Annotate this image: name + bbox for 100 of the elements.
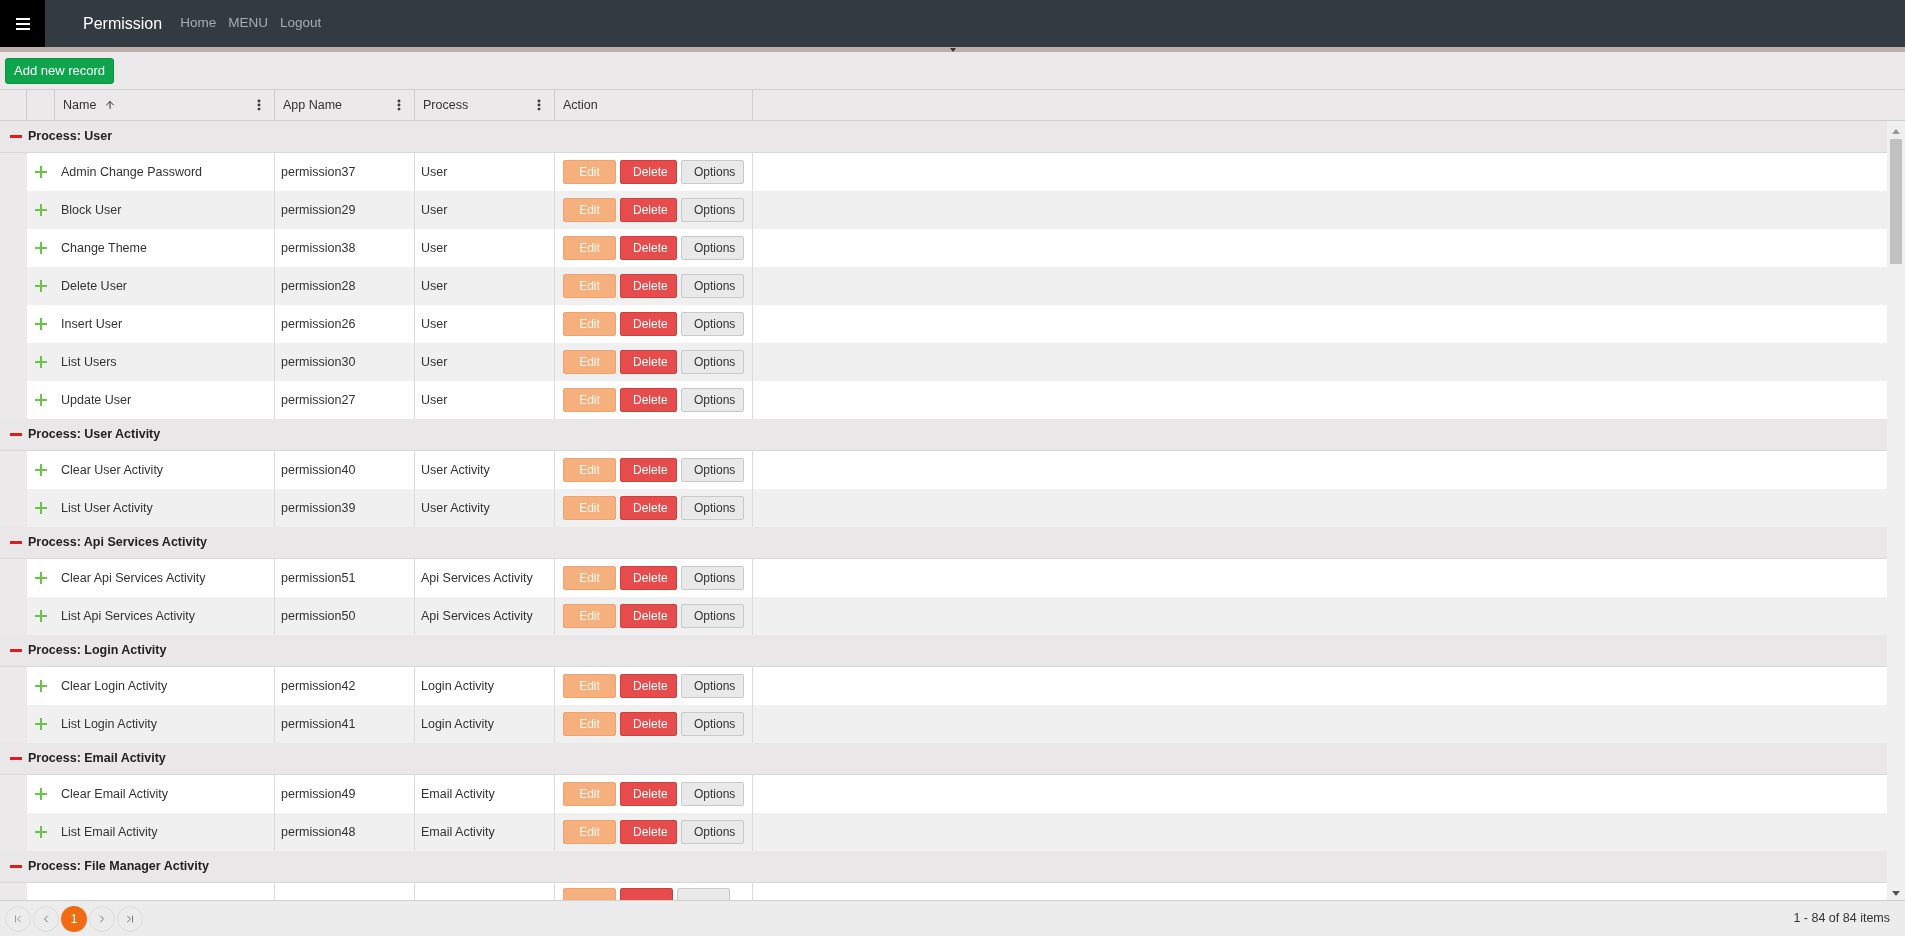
delete-button[interactable]: Delete	[620, 820, 677, 844]
column-header[interactable]: Action	[555, 90, 753, 120]
table-cell-text: List Email Activity	[61, 823, 158, 841]
options-button[interactable]: Options	[681, 458, 744, 482]
table-cell-text: Delete User	[61, 277, 127, 295]
table-cell-text: Clear Login Activity	[61, 677, 168, 695]
options-button[interactable]: Options	[681, 604, 744, 628]
options-button[interactable]: Options	[681, 820, 744, 844]
plus-icon[interactable]	[35, 356, 47, 368]
table-cell-text: Email Activity	[421, 785, 495, 803]
menu-icon	[15, 17, 30, 30]
plus-icon[interactable]	[35, 788, 47, 800]
plus-icon[interactable]	[35, 464, 47, 476]
table-cell-text: User	[421, 201, 448, 219]
table-cell-text: User Activity	[421, 461, 490, 479]
options-button[interactable]: Options	[681, 566, 744, 590]
options-button[interactable]: Options	[681, 782, 744, 806]
plus-icon[interactable]	[35, 502, 47, 514]
delete-button[interactable]: Delete	[620, 388, 677, 412]
options-button[interactable]: Options	[681, 350, 744, 374]
column-header[interactable]: Process	[415, 90, 555, 120]
options-button[interactable]: Options	[681, 236, 744, 260]
options-button[interactable]: Options	[681, 160, 744, 184]
delete-button[interactable]: Delete	[620, 312, 677, 336]
table-cell-text: User Activity	[421, 499, 490, 517]
table-cell-text: Clear User Activity	[61, 461, 164, 479]
table-cell-text: User	[421, 315, 448, 333]
options-button[interactable]: Options	[681, 198, 744, 222]
options-button[interactable]: Options	[681, 388, 744, 412]
delete-button[interactable]: Delete	[620, 496, 677, 520]
plus-icon[interactable]	[35, 572, 47, 584]
table-cell-text: Block User	[61, 201, 122, 219]
last-page-icon[interactable]	[124, 912, 136, 925]
nav-link[interactable]: Logout	[279, 13, 322, 34]
menu-button[interactable]	[0, 0, 45, 47]
delete-button[interactable]: Delete	[620, 782, 677, 806]
delete-button[interactable]: Delete	[620, 236, 677, 260]
table-cell-text: Login Activity	[421, 715, 494, 733]
delete-button[interactable]: Delete	[620, 604, 677, 628]
delete-button[interactable]: Delete	[620, 566, 677, 590]
column-header[interactable]: Name	[55, 90, 275, 120]
plus-icon[interactable]	[35, 242, 47, 254]
table-cell-text: User	[421, 163, 448, 181]
group-header: Process: File Manager Activity	[28, 858, 209, 876]
table-cell-text: Update User	[61, 391, 132, 409]
scroll-down-icon	[1892, 891, 1900, 896]
page-button[interactable]: 1	[61, 905, 87, 932]
delete-button[interactable]: Delete	[620, 274, 677, 298]
pager-summary: 1 - 84 of 84 items	[1793, 910, 1890, 928]
column-header[interactable]: App Name	[275, 90, 415, 120]
sort-ascending-icon[interactable]	[104, 99, 117, 111]
group-header: Process: User Activity	[28, 426, 161, 444]
options-button[interactable]: Options	[681, 496, 744, 520]
table-cell-text: permission39	[281, 499, 356, 517]
scrollbar-thumb[interactable]	[1890, 139, 1902, 264]
page-title: Permission	[83, 13, 163, 34]
table-cell-text: permission48	[281, 823, 356, 841]
table-cell-text: User	[421, 353, 448, 371]
delete-button[interactable]: Delete	[620, 674, 677, 698]
table-cell-text: Login Activity	[421, 677, 494, 695]
plus-icon[interactable]	[35, 826, 47, 838]
plus-icon[interactable]	[35, 394, 47, 406]
options-button[interactable]: Options	[681, 674, 744, 698]
plus-icon[interactable]	[35, 610, 47, 622]
plus-icon[interactable]	[35, 680, 47, 692]
plus-icon[interactable]	[35, 280, 47, 292]
table-cell-text: List Users	[61, 353, 117, 371]
options-button[interactable]: Options	[681, 712, 744, 736]
scroll-up-icon	[1892, 129, 1900, 134]
table-cell-text: User	[421, 391, 448, 409]
plus-icon[interactable]	[35, 166, 47, 178]
table-cell-text: permission38	[281, 239, 356, 257]
delete-button[interactable]: Delete	[620, 160, 677, 184]
table-cell-text: permission28	[281, 277, 356, 295]
plus-icon[interactable]	[35, 318, 47, 330]
group-header: Process: User	[28, 128, 113, 146]
table-cell-text: permission42	[281, 677, 356, 695]
delete-button[interactable]: Delete	[620, 712, 677, 736]
add-record-button[interactable]: Add new record	[5, 57, 115, 84]
options-button[interactable]: Options	[681, 274, 744, 298]
group-header: Process: Api Services Activity	[28, 534, 208, 552]
group-header: Process: Login Activity	[28, 642, 167, 660]
plus-icon[interactable]	[35, 204, 47, 216]
table-cell-text: Change Theme	[61, 239, 147, 257]
table-cell-text: Clear Email Activity	[61, 785, 168, 803]
table-cell-text: permission29	[281, 201, 356, 219]
options-button[interactable]: Options	[681, 312, 744, 336]
delete-button[interactable]: Delete	[620, 350, 677, 374]
plus-icon[interactable]	[35, 718, 47, 730]
table-cell-text: User	[421, 277, 448, 295]
delete-button[interactable]: Delete	[620, 458, 677, 482]
delete-button[interactable]: Delete	[620, 198, 677, 222]
table-cell-text: User	[421, 239, 448, 257]
nav-link[interactable]: Home	[180, 13, 217, 34]
table-cell-text: Admin Change Password	[61, 163, 203, 181]
first-page-icon[interactable]	[12, 912, 24, 925]
nav-link[interactable]: MENU	[228, 13, 268, 34]
table-cell-text: permission37	[281, 163, 356, 181]
table-cell-text: permission41	[281, 715, 356, 733]
table-cell-text: Insert User	[61, 315, 123, 333]
